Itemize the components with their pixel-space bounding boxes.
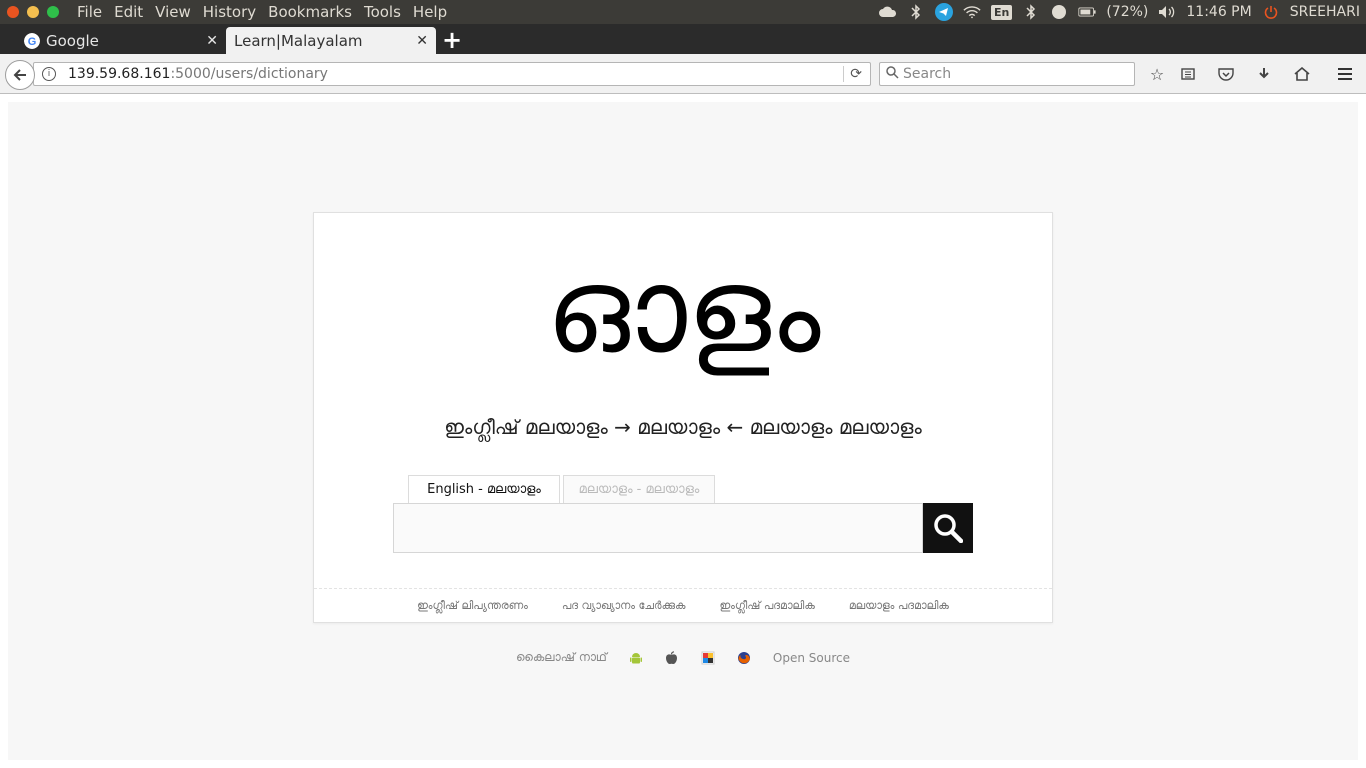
menu-tools[interactable]: Tools [358,0,407,24]
maximize-window-button[interactable] [47,6,59,18]
search-field[interactable]: Search [879,62,1135,86]
download-icon[interactable] [1254,64,1274,84]
footer-link-malayalam-wordlist[interactable]: മലയാളം പദമാലിക [849,599,949,613]
clock[interactable]: 11:46 PM [1186,4,1251,20]
bottom-links: കൈലാഷ് നാഥ് Open Source [8,650,1358,665]
navigation-bar: i 139.59.68.161 :5000/users/dictionary ⟳… [0,54,1366,94]
site-logo: ഓളം [545,241,821,379]
menu-edit[interactable]: Edit [108,0,149,24]
reload-icon[interactable]: ⟳ [843,66,862,82]
pocket-icon[interactable] [1216,64,1236,84]
user-name[interactable]: SREEHARI [1290,4,1360,20]
power-icon[interactable] [1262,3,1280,21]
menu-file[interactable]: File [71,0,108,24]
android-icon[interactable] [629,651,643,665]
battery-icon[interactable] [1078,3,1096,21]
tab-label: Learn|Malayalam [234,31,363,50]
open-source-link[interactable]: Open Source [773,651,850,665]
page-content: ഓളം ഇംഗ്ലീഷ് മലയാളം → മലയാളം ← മലയാളം മല… [8,102,1358,760]
tab-label: Google [46,31,99,50]
dictionary-card: ഓളം ഇംഗ്ലീഷ് മലയാളം → മലയാളം ← മലയാളം മല… [313,212,1053,623]
search-button[interactable] [923,503,973,553]
footer-link-add-definition[interactable]: പദ വ്യാഖ്യാനം ചേർക്കുക [562,599,686,613]
search-icon [886,65,899,83]
tab-google[interactable]: G Google ✕ [16,27,226,54]
address-bar[interactable]: i 139.59.68.161 :5000/users/dictionary ⟳ [33,62,871,86]
dictionary-search-input[interactable] [393,503,923,553]
search-icon [934,514,963,543]
keyboard-layout-indicator[interactable]: En [990,4,1013,20]
new-tab-button[interactable]: + [442,26,462,54]
bluetooth-icon[interactable] [907,3,925,21]
app-menu: File Edit View History Bookmarks Tools H… [71,0,453,24]
minimize-window-button[interactable] [27,6,39,18]
os-top-bar: File Edit View History Bookmarks Tools H… [0,0,1366,24]
tab-learn-malayalam[interactable]: Learn|Malayalam ✕ [226,27,436,54]
tagline: ഇംഗ്ലീഷ് മലയാളം → മലയാളം ← മലയാളം മലയാളം [444,415,922,439]
card-footer-links: ഇംഗ്ലീഷ് ലിപ്യന്തരണം പദ വ്യാഖ്യാനം ചേർക്… [314,588,1052,623]
bluetooth-icon[interactable] [1022,3,1040,21]
volume-icon[interactable] [1158,3,1176,21]
reading-list-icon[interactable] [1178,64,1198,84]
tab-close-icon[interactable]: ✕ [416,33,428,49]
footer-link-english-wordlist[interactable]: ഇംഗ്ലീഷ് പദമാലിക [719,599,814,613]
battery-percent: (72%) [1106,4,1149,20]
author-credit[interactable]: കൈലാഷ് നാഥ് [516,650,607,665]
google-favicon-icon: G [24,32,40,49]
telegram-icon[interactable] [934,3,953,21]
messaging-icon[interactable] [1050,3,1068,21]
wifi-icon[interactable] [963,3,981,21]
footer-link-english-transliteration[interactable]: ഇംഗ്ലീഷ് ലിപ്യന്തരണം [417,599,528,613]
menu-help[interactable]: Help [407,0,453,24]
tab-close-icon[interactable]: ✕ [206,33,218,49]
site-info-icon[interactable]: i [42,67,56,81]
menu-history[interactable]: History [197,0,262,24]
svg-text:G: G [28,36,37,48]
window-controls [7,6,59,18]
url-host: 139.59.68.161 [68,66,171,82]
system-tray: En (72%) 11:46 PM SREEHARI [878,3,1366,21]
hamburger-menu-icon[interactable] [1335,64,1355,84]
url-path: :5000/users/dictionary [170,66,328,82]
back-button[interactable] [5,60,35,90]
menu-bookmarks[interactable]: Bookmarks [262,0,358,24]
tab-malayalam-malayalam[interactable]: മലയാളം - മലയാളം [563,475,715,503]
menu-view[interactable]: View [149,0,197,24]
firefox-icon[interactable] [737,651,751,665]
home-icon[interactable] [1292,64,1312,84]
tab-english-malayalam[interactable]: English - മലയാളം [408,475,560,503]
cloud-icon[interactable] [878,3,897,21]
back-arrow-icon [13,69,26,81]
apple-icon[interactable] [665,650,679,665]
tab-strip: G Google ✕ Learn|Malayalam ✕ + [0,24,1366,54]
chrome-extension-icon[interactable] [701,651,715,665]
search-placeholder: Search [903,66,952,82]
close-window-button[interactable] [7,6,19,18]
bookmark-star-icon[interactable]: ☆ [1147,64,1167,84]
